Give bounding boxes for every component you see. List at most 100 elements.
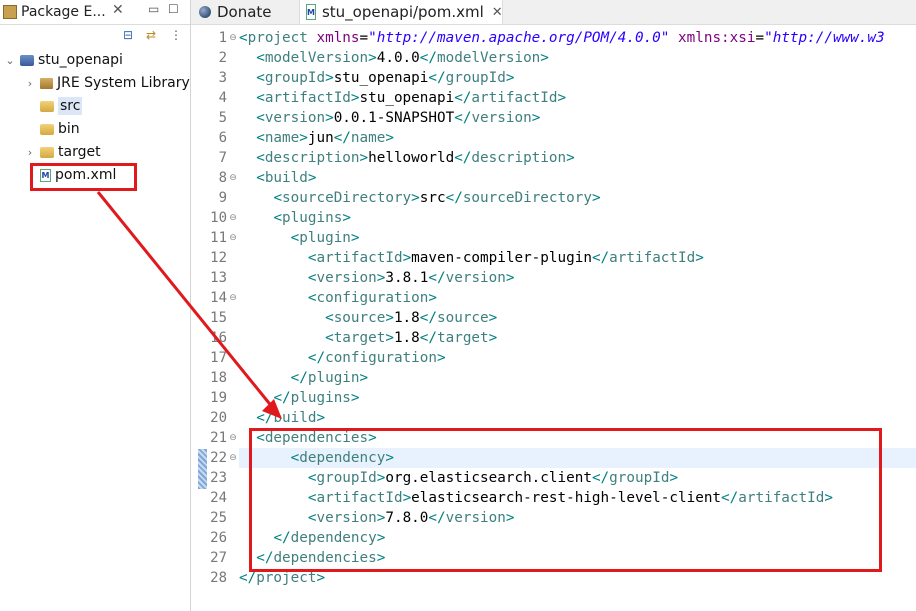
xml-bracket: > bbox=[505, 70, 515, 86]
xml-tag-name: artifactId bbox=[316, 250, 403, 266]
code-line[interactable]: <name>jun</name> bbox=[239, 128, 394, 148]
xml-attribute-name: xmlns bbox=[316, 30, 360, 46]
xml-tag-name: version bbox=[445, 270, 506, 286]
tab-pom-xml[interactable]: M stu_openapi/pom.xml ✕ bbox=[299, 0, 503, 24]
tree-item-label: src bbox=[58, 97, 83, 115]
code-line[interactable]: <build> bbox=[239, 168, 316, 188]
fold-collapse-icon[interactable]: ⊖ bbox=[228, 28, 238, 48]
code-line[interactable]: <groupId>stu_openapi</groupId> bbox=[239, 68, 514, 88]
folder-icon bbox=[40, 123, 54, 135]
xml-bracket: > bbox=[488, 310, 498, 326]
xml-bracket: > bbox=[307, 170, 317, 186]
chevron-right-icon[interactable]: › bbox=[24, 146, 36, 159]
xml-tag-name: name bbox=[264, 130, 300, 146]
fold-collapse-icon[interactable]: ⊖ bbox=[228, 168, 238, 188]
editor-tabbar: Donate M stu_openapi/pom.xml ✕ bbox=[191, 0, 916, 25]
fold-collapse-icon[interactable]: ⊖ bbox=[228, 228, 238, 248]
line-number: 8 bbox=[218, 170, 227, 186]
code-line[interactable]: <configuration> bbox=[239, 288, 437, 308]
code-line[interactable]: <modelVersion>4.0.0</modelVersion> bbox=[239, 48, 549, 68]
xml-text: 0.0.1-SNAPSHOT bbox=[333, 110, 455, 126]
tree-item-target[interactable]: › target bbox=[24, 141, 101, 163]
chevron-right-icon[interactable]: › bbox=[24, 77, 36, 90]
line-number: 21 bbox=[210, 430, 227, 446]
link-with-editor-icon[interactable]: ⇄ bbox=[143, 27, 159, 43]
xml-text bbox=[669, 30, 678, 46]
xml-bracket: </ bbox=[419, 50, 437, 66]
code-line[interactable]: <target>1.8</target> bbox=[239, 328, 497, 348]
view-menu-icon[interactable]: ⋮ bbox=[168, 27, 184, 43]
xml-bracket: </ bbox=[239, 570, 257, 586]
tree-item-label: JRE System Library bbox=[57, 75, 190, 91]
xml-attribute-value: "http://www.w3 bbox=[764, 30, 885, 46]
xml-bracket: < bbox=[256, 70, 265, 86]
xml-text: helloworld bbox=[368, 150, 455, 166]
xml-bracket: </ bbox=[290, 370, 308, 386]
xml-tag-name: configuration bbox=[316, 290, 429, 306]
code-line[interactable]: </plugin> bbox=[239, 368, 368, 388]
code-line[interactable]: </configuration> bbox=[239, 348, 446, 368]
xml-tag-name: groupId bbox=[264, 70, 326, 86]
xml-bracket: > bbox=[428, 290, 437, 306]
xml-bracket: </ bbox=[307, 350, 326, 366]
code-line[interactable]: </plugins> bbox=[239, 388, 359, 408]
line-number: 1 bbox=[218, 30, 227, 46]
xml-bracket: </ bbox=[445, 190, 463, 206]
xml-tag-name: plugins bbox=[290, 390, 351, 406]
code-line[interactable]: <project xmlns="http://maven.apache.org/… bbox=[239, 28, 885, 48]
code-line[interactable]: <sourceDirectory>src</sourceDirectory> bbox=[239, 188, 601, 208]
fold-collapse-icon[interactable]: ⊖ bbox=[228, 208, 238, 228]
xml-tag-name: artifactId bbox=[264, 90, 351, 106]
xml-text: 4.0.0 bbox=[376, 50, 420, 66]
close-icon[interactable]: ✕ bbox=[112, 2, 124, 18]
package-explorer-view: Package E... ✕ ▭ ☐ ⊟ ⇄ ⋮ ⌄ stu_openapi › JR… bbox=[0, 0, 191, 611]
code-line[interactable]: <version>3.8.1</version> bbox=[239, 268, 515, 288]
code-line[interactable]: <plugins> bbox=[239, 208, 350, 228]
code-line[interactable]: <source>1.8</source> bbox=[239, 308, 497, 328]
minimize-icon[interactable]: ▭ bbox=[148, 2, 159, 16]
line-number: 7 bbox=[218, 150, 227, 166]
code-line[interactable]: <artifactId>maven-compiler-plugin</artif… bbox=[239, 248, 704, 268]
package-explorer-tab-label: Package E... bbox=[21, 4, 106, 20]
package-explorer-icon bbox=[3, 5, 17, 19]
package-explorer-tabbar: Package E... ✕ ▭ ☐ bbox=[0, 0, 190, 25]
xml-tag-name: version bbox=[264, 110, 326, 126]
code-line[interactable]: <artifactId>stu_openapi</artifactId> bbox=[239, 88, 566, 108]
code-line[interactable]: <plugin> bbox=[239, 228, 360, 248]
close-icon[interactable]: ✕ bbox=[492, 5, 503, 20]
xml-bracket: </ bbox=[273, 390, 291, 406]
xml-tag-name: artifactId bbox=[609, 250, 696, 266]
code-line[interactable]: </build> bbox=[239, 408, 325, 428]
tree-item-bin[interactable]: bin bbox=[24, 118, 80, 140]
xml-bracket: < bbox=[256, 90, 265, 106]
line-number: 25 bbox=[210, 510, 227, 526]
code-line[interactable]: <description>helloworld</description> bbox=[239, 148, 575, 168]
fold-collapse-icon[interactable]: ⊖ bbox=[228, 288, 238, 308]
chevron-down-icon[interactable]: ⌄ bbox=[4, 54, 16, 67]
xml-text: src bbox=[419, 190, 446, 206]
package-explorer-tab[interactable]: Package E... ✕ bbox=[0, 0, 136, 24]
xml-bracket: > bbox=[385, 310, 394, 326]
fold-collapse-icon[interactable]: ⊖ bbox=[228, 448, 238, 468]
tab-donate[interactable]: Donate bbox=[199, 0, 295, 24]
fold-collapse-icon[interactable]: ⊖ bbox=[228, 428, 238, 448]
tree-item-src[interactable]: src bbox=[24, 95, 83, 117]
line-number: 6 bbox=[218, 130, 227, 146]
tree-item-stu-openapi[interactable]: ⌄ stu_openapi bbox=[4, 49, 123, 71]
line-number: 17 bbox=[210, 350, 227, 366]
tree-item-label: target bbox=[58, 144, 101, 160]
xml-bracket: > bbox=[591, 190, 601, 206]
xml-bracket: > bbox=[695, 250, 704, 266]
collapse-all-icon[interactable]: ⊟ bbox=[120, 27, 136, 43]
tree-item-jre-system-library[interactable]: › JRE System Library bbox=[24, 72, 190, 94]
code-line[interactable]: <version>0.0.1-SNAPSHOT</version> bbox=[239, 108, 540, 128]
xml-tag-name: build bbox=[264, 170, 308, 186]
xml-bracket: > bbox=[505, 270, 515, 286]
maximize-icon[interactable]: ☐ bbox=[168, 2, 179, 16]
